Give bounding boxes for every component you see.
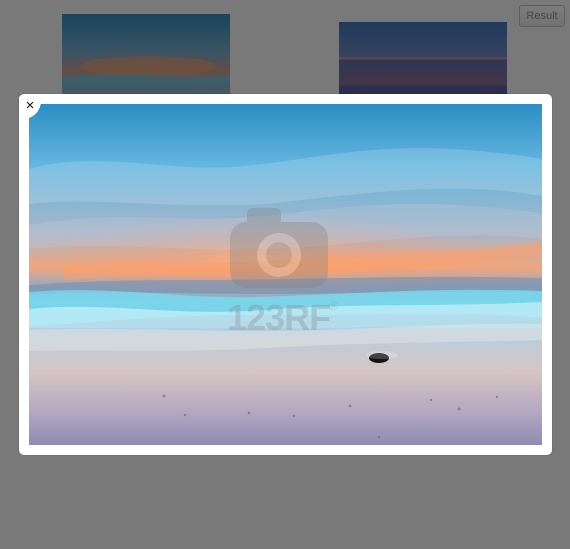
- lightbox-image: 123RF ®: [29, 104, 542, 445]
- watermark-registered-mark: ®: [329, 299, 338, 313]
- close-icon: ×: [25, 97, 35, 114]
- watermark: 123RF ®: [227, 208, 338, 338]
- beach-sunset-photo: 123RF ®: [29, 104, 542, 445]
- watermark-text: 123RF: [227, 297, 330, 338]
- lightbox-demo-page: Result ×: [0, 0, 570, 549]
